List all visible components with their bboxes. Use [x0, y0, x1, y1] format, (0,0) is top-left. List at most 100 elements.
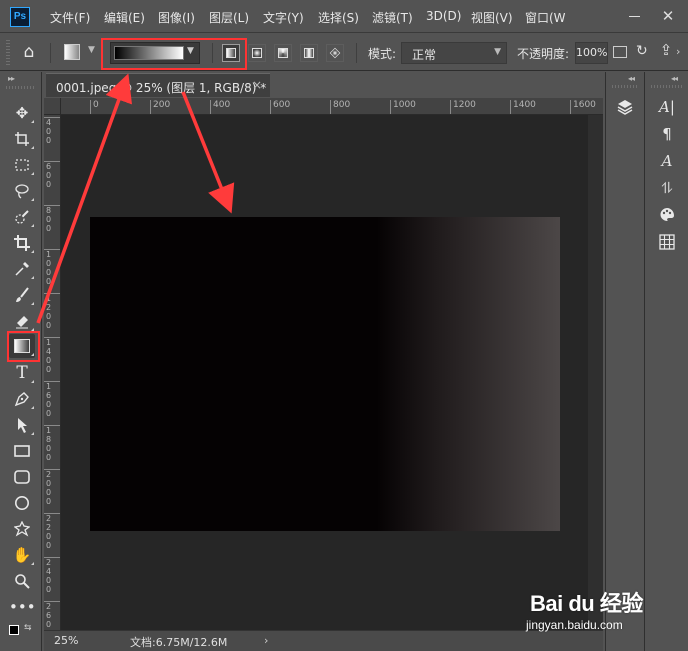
color-swatches[interactable]: ⇆: [8, 623, 34, 649]
reflected-gradient-icon: [304, 48, 314, 58]
rounded-rectangle-icon: [14, 470, 30, 484]
collapse-icon[interactable]: ▸▸: [8, 74, 15, 83]
options-bar-grip[interactable]: [6, 40, 10, 66]
tool-preset-picker[interactable]: [64, 44, 80, 60]
options-bar: ⌂ ▼ ▼ 模式: 正常 ▼ 不透明度: 100% ↻ ⇪ ›: [0, 34, 688, 71]
panel-grip[interactable]: [612, 85, 638, 88]
reverse-icon[interactable]: ↻: [636, 43, 648, 59]
menu-edit[interactable]: 编辑(E): [104, 9, 145, 26]
lasso-tool[interactable]: [9, 179, 35, 203]
menu-window[interactable]: 窗口(W: [525, 9, 566, 26]
menu-layer[interactable]: 图层(L): [209, 9, 249, 26]
ruler-origin[interactable]: [44, 98, 61, 115]
share-icon[interactable]: ⇪: [656, 41, 676, 61]
document-tab-title[interactable]: 0001.jpeg @ 25% (图层 1, RGB/8) *: [56, 79, 266, 96]
close-window-button[interactable]: ✕: [656, 4, 680, 28]
zoom-level[interactable]: 25%: [54, 634, 78, 647]
gradient-tool[interactable]: [9, 334, 35, 358]
marquee-tool[interactable]: [9, 153, 35, 177]
swap-colors-icon[interactable]: ⇆: [24, 623, 32, 633]
type-tool[interactable]: T: [9, 361, 35, 385]
ruler-tick-label: 400: [44, 117, 60, 145]
ellipse-tool[interactable]: [9, 491, 35, 515]
chevron-right-icon[interactable]: ›: [676, 45, 680, 58]
grid-panel-button[interactable]: [654, 231, 680, 253]
path-selection-tool[interactable]: [9, 413, 35, 437]
brush-icon: [16, 287, 29, 302]
chevron-down-icon[interactable]: ▼: [88, 45, 95, 55]
artboard-tool[interactable]: [9, 127, 35, 151]
watermark-logo: Bai du 经验: [530, 591, 643, 616]
photoshop-logo: Ps: [10, 7, 30, 27]
ruler-tick-label: 1600: [44, 381, 60, 418]
swatches-palette-icon[interactable]: [654, 204, 680, 226]
gradient-picker[interactable]: ▼: [110, 42, 200, 64]
document-tab[interactable]: 0001.jpeg @ 25% (图层 1, RGB/8) * ×: [46, 73, 270, 97]
pen-tool[interactable]: [9, 387, 35, 411]
eyedropper-tool[interactable]: [9, 257, 35, 281]
eyedropper-icon: [15, 262, 29, 276]
angle-gradient-button[interactable]: [274, 44, 292, 62]
minimize-button[interactable]: [622, 4, 646, 28]
menu-image[interactable]: 图像(I): [158, 9, 195, 26]
adjustments-panel-button[interactable]: ⥮: [654, 177, 680, 199]
character-panel-button[interactable]: A|: [654, 96, 680, 118]
opacity-slider-button[interactable]: [613, 46, 627, 58]
document-image[interactable]: [90, 217, 560, 531]
glyphs-panel-button[interactable]: A: [654, 150, 680, 172]
ruler-tick-label: 2200: [44, 513, 60, 550]
collapse-icon[interactable]: ◂◂: [671, 74, 678, 83]
opacity-input[interactable]: 100%: [575, 42, 608, 64]
menu-file[interactable]: 文件(F): [50, 9, 90, 26]
ruler-tick-label: 2000: [44, 469, 60, 506]
canvas-area[interactable]: [61, 115, 603, 630]
status-menu-arrow[interactable]: ›: [264, 634, 268, 647]
document-size-info: 文档:6.75M/12.6M: [130, 636, 228, 649]
vertical-ruler[interactable]: 400 600 800 1000 1200 1400 1600 1800 2000 2200 240…: [44, 115, 61, 630]
diamond-gradient-button[interactable]: [326, 44, 344, 62]
menu-3d[interactable]: 3D(D): [426, 9, 461, 23]
menu-filter[interactable]: 滤镜(T): [372, 9, 413, 26]
rectangle-tool[interactable]: [9, 439, 35, 463]
diamond-gradient-icon: [329, 47, 341, 59]
linear-gradient-button[interactable]: [222, 44, 240, 62]
layers-panel-button[interactable]: [612, 96, 638, 118]
chevron-down-icon[interactable]: ▼: [187, 46, 194, 56]
menu-select[interactable]: 选择(S): [318, 9, 359, 26]
blend-mode-select[interactable]: 正常 ▼: [401, 42, 507, 64]
zoom-tool[interactable]: [9, 569, 35, 593]
more-tools-button[interactable]: •••: [9, 595, 36, 619]
eraser-tool[interactable]: [9, 309, 35, 333]
menu-type[interactable]: 文字(Y): [263, 9, 304, 26]
ruler-tick-label: 800: [330, 100, 350, 114]
vertical-scrollbar[interactable]: [588, 115, 603, 630]
panel-grip[interactable]: [651, 85, 683, 88]
ruler-tick-label: 0: [90, 100, 99, 114]
pen-icon: [14, 392, 29, 407]
paragraph-panel-button[interactable]: ¶: [654, 123, 680, 145]
marquee-icon: [15, 159, 29, 171]
foreground-color-swatch[interactable]: [9, 625, 19, 635]
tools-panel-grip[interactable]: [6, 86, 36, 89]
panel-dock-2: ◂◂ A| ¶ A ⥮: [644, 72, 688, 651]
gradient-icon: [14, 339, 30, 353]
horizontal-ruler[interactable]: 0 200 400 600 800 1000 1200 1400 1600: [61, 98, 603, 115]
brush-tool[interactable]: [9, 283, 35, 307]
artboard-icon: [15, 132, 29, 146]
quick-selection-tool[interactable]: [9, 205, 35, 229]
reflected-gradient-button[interactable]: [300, 44, 318, 62]
move-tool[interactable]: ✥: [9, 101, 35, 125]
gradient-swatch[interactable]: [114, 46, 184, 60]
hand-tool[interactable]: ✋: [9, 543, 35, 567]
crop-tool[interactable]: [9, 231, 35, 255]
rectangle-icon: [14, 445, 30, 457]
custom-shape-tool[interactable]: [9, 517, 35, 541]
collapse-icon[interactable]: ◂◂: [628, 74, 635, 83]
radial-gradient-button[interactable]: [248, 44, 266, 62]
panel-dock-1: ◂◂: [605, 72, 643, 651]
radial-gradient-icon: [252, 48, 262, 58]
home-icon[interactable]: ⌂: [18, 42, 40, 62]
menu-view[interactable]: 视图(V): [471, 9, 513, 26]
close-tab-icon[interactable]: ×: [252, 78, 262, 92]
rounded-rectangle-tool[interactable]: [9, 465, 35, 489]
